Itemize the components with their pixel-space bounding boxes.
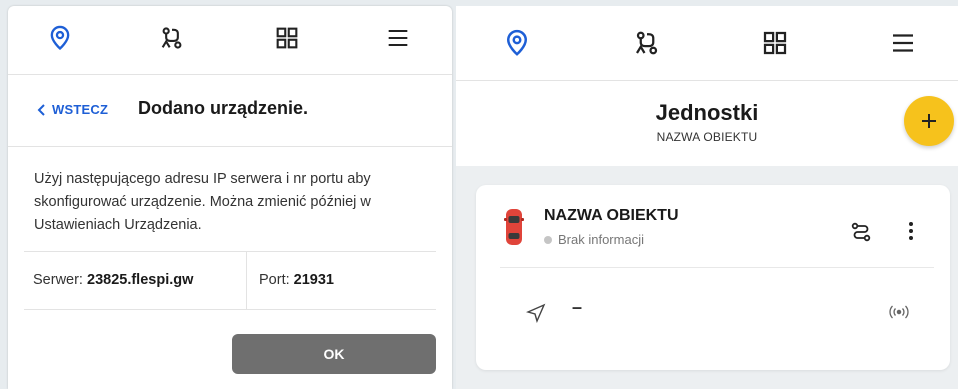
menu-icon[interactable] bbox=[384, 24, 412, 52]
navigation-arrow-icon bbox=[526, 303, 546, 323]
server-value: 23825.flespi.gw bbox=[87, 272, 194, 288]
menu-icon[interactable] bbox=[888, 28, 918, 58]
top-nav bbox=[8, 6, 452, 75]
route-settings-icon[interactable] bbox=[850, 221, 872, 243]
plus-icon bbox=[922, 114, 936, 128]
device-added-panel: WSTECZ Dodano urządzenie. Użyj następują… bbox=[8, 6, 452, 389]
top-nav bbox=[456, 6, 958, 81]
port-value: 21931 bbox=[293, 272, 334, 288]
subheader: WSTECZ Dodano urządzenie. bbox=[8, 74, 452, 147]
add-unit-button[interactable] bbox=[904, 96, 954, 146]
car-icon bbox=[504, 209, 524, 245]
unit-status: Brak informacji bbox=[544, 232, 644, 247]
port-label: Port: bbox=[259, 272, 294, 288]
ok-button[interactable]: OK bbox=[232, 334, 436, 374]
route-icon[interactable] bbox=[632, 28, 662, 58]
page-title: Dodano urządzenie. bbox=[138, 98, 309, 118]
more-vert-icon[interactable] bbox=[902, 219, 920, 243]
grid-icon[interactable] bbox=[273, 24, 301, 52]
chevron-left-icon bbox=[37, 103, 45, 116]
page-title: Jednostki bbox=[655, 100, 759, 125]
unit-name: NAZWA OBIEKTU bbox=[544, 207, 679, 224]
location-pin-icon[interactable] bbox=[46, 24, 74, 52]
server-info: Serwer: 23825.flespi.gw bbox=[33, 252, 193, 309]
instructions-text: Użyj następującego adresu IP serwera i n… bbox=[34, 171, 371, 233]
units-panel: Jednostki NAZWA OBIEKTU NAZWA OBIEKTU Br… bbox=[456, 6, 958, 389]
units-header: Jednostki NAZWA OBIEKTU bbox=[456, 6, 958, 166]
status-dot-icon bbox=[544, 235, 552, 244]
unit-card[interactable]: NAZWA OBIEKTU Brak informacji – bbox=[476, 185, 950, 370]
connection-info: Serwer: 23825.flespi.gw Port: 21931 bbox=[24, 251, 436, 310]
route-icon[interactable] bbox=[158, 24, 186, 52]
location-pin-icon[interactable] bbox=[502, 28, 532, 58]
page-subtitle: NAZWA OBIEKTU bbox=[656, 130, 758, 144]
unit-status-text: Brak informacji bbox=[558, 232, 644, 247]
back-button[interactable]: WSTECZ bbox=[36, 102, 108, 117]
speed-value: – bbox=[572, 297, 583, 317]
server-label: Serwer: bbox=[33, 272, 87, 288]
back-label: WSTECZ bbox=[52, 102, 109, 117]
divider bbox=[500, 267, 934, 268]
grid-icon[interactable] bbox=[760, 28, 790, 58]
port-info: Port: 21931 bbox=[246, 252, 334, 309]
signal-icon bbox=[889, 305, 909, 319]
